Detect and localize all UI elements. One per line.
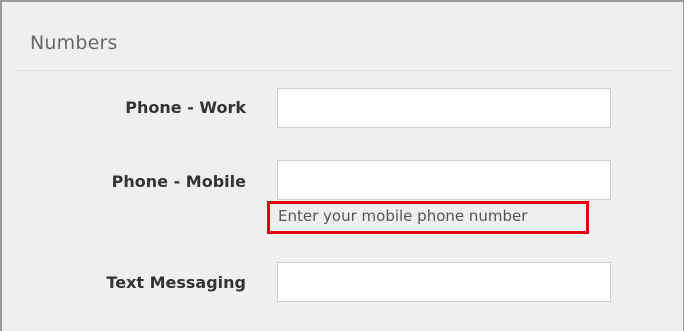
phone-work-input[interactable] [277, 88, 611, 128]
text-messaging-input[interactable] [277, 262, 611, 302]
phone-work-label: Phone - Work [125, 98, 246, 117]
numbers-panel: Numbers Phone - Work Phone - Mobile Ente… [0, 0, 684, 331]
phone-mobile-input[interactable] [277, 160, 611, 200]
phone-mobile-helper-text: Enter your mobile phone number [278, 207, 528, 225]
section-divider [16, 70, 672, 71]
text-messaging-label: Text Messaging [106, 273, 246, 292]
section-title: Numbers [30, 32, 118, 54]
phone-mobile-label: Phone - Mobile [111, 172, 246, 191]
